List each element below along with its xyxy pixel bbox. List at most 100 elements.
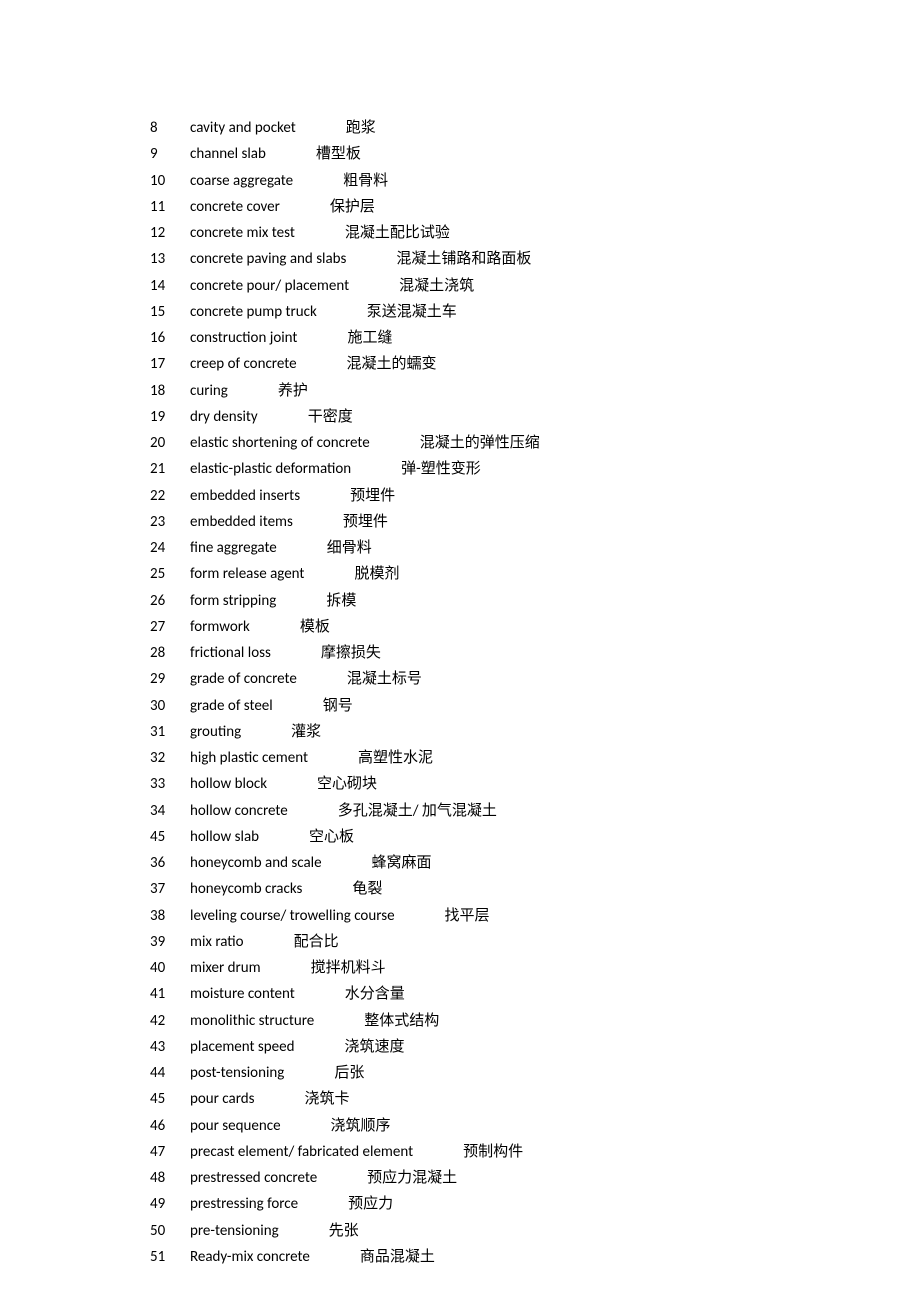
entry-chinese: 保护层 — [330, 194, 375, 220]
entry-chinese: 预应力混凝土 — [367, 1165, 457, 1191]
entry-chinese: 混凝土配比试验 — [345, 220, 450, 246]
entry-english: cavity and pocket — [190, 115, 296, 141]
entry-chinese: 预埋件 — [343, 509, 388, 535]
entry-chinese: 干密度 — [308, 404, 353, 430]
list-item: 46pour sequence 浇筑顺序 — [150, 1113, 920, 1139]
entry-chinese: 龟裂 — [352, 876, 382, 902]
list-item: 31grouting灌浆 — [150, 719, 920, 745]
entry-number: 12 — [150, 220, 190, 246]
entry-chinese: 空心砌块 — [317, 771, 377, 797]
entry-english: precast element/ fabricated element — [190, 1139, 413, 1165]
entry-number: 40 — [150, 955, 190, 981]
entry-number: 19 — [150, 404, 190, 430]
entry-number: 25 — [150, 561, 190, 587]
entry-chinese: 细骨料 — [327, 535, 372, 561]
entry-chinese: 脱模剂 — [354, 561, 399, 587]
entry-chinese: 商品混凝土 — [360, 1244, 435, 1270]
entry-english: frictional loss — [190, 640, 271, 666]
entry-number: 33 — [150, 771, 190, 797]
entry-english: embedded inserts — [190, 483, 300, 509]
entry-number: 42 — [150, 1008, 190, 1034]
entry-number: 46 — [150, 1113, 190, 1139]
entry-english: honeycomb cracks — [190, 876, 302, 902]
list-item: 13concrete paving and slabs混凝土铺路和路面板 — [150, 246, 920, 272]
entry-number: 24 — [150, 535, 190, 561]
entry-english: pour sequence — [190, 1113, 281, 1139]
entry-number: 45 — [150, 824, 190, 850]
entry-english: dry density — [190, 404, 258, 430]
list-item: 30grade of steel钢号 — [150, 693, 920, 719]
entry-english: hollow slab — [190, 824, 259, 850]
list-item: 11concrete cover保护层 — [150, 194, 920, 220]
entry-number: 32 — [150, 745, 190, 771]
list-item: 19dry density 干密度 — [150, 404, 920, 430]
list-item: 10coarse aggregate粗骨料 — [150, 168, 920, 194]
list-item: 22embedded inserts预埋件 — [150, 483, 920, 509]
list-item: 51Ready-mix concrete商品混凝土 — [150, 1244, 920, 1270]
list-item: 43placement speed浇筑速度 — [150, 1034, 920, 1060]
entry-chinese: 配合比 — [294, 929, 339, 955]
list-item: 33hollow block 空心砌块 — [150, 771, 920, 797]
list-item: 16construction joint施工缝 — [150, 325, 920, 351]
list-item: 47precast element/ fabricated element预制构… — [150, 1139, 920, 1165]
entry-english: concrete cover — [190, 194, 280, 220]
entry-chinese: 弹-塑性变形 — [401, 456, 481, 482]
entry-english: moisture content — [190, 981, 295, 1007]
entry-chinese: 灌浆 — [291, 719, 321, 745]
entry-chinese: 浇筑顺序 — [331, 1113, 391, 1139]
entry-chinese: 钢号 — [323, 693, 353, 719]
list-item: 8cavity and pocket跑浆 — [150, 115, 920, 141]
entry-chinese: 预应力 — [348, 1191, 393, 1217]
entry-number: 38 — [150, 903, 190, 929]
entry-number: 14 — [150, 273, 190, 299]
entry-english: pour cards — [190, 1086, 254, 1112]
entry-number: 51 — [150, 1244, 190, 1270]
list-item: 38leveling course/ trowelling course找平层 — [150, 903, 920, 929]
list-item: 27formwork模板 — [150, 614, 920, 640]
list-item: 24fine aggregate细骨料 — [150, 535, 920, 561]
entry-chinese: 混凝土浇筑 — [399, 273, 474, 299]
entry-number: 28 — [150, 640, 190, 666]
entry-english: pre-tensioning — [190, 1218, 279, 1244]
entry-english: concrete mix test — [190, 220, 295, 246]
entry-chinese: 混凝土的弹性压缩 — [420, 430, 540, 456]
entry-number: 20 — [150, 430, 190, 456]
entry-number: 29 — [150, 666, 190, 692]
list-item: 32high plastic cement高塑性水泥 — [150, 745, 920, 771]
entry-chinese: 蜂窝麻面 — [372, 850, 432, 876]
entry-english: grade of concrete — [190, 666, 297, 692]
entry-english: concrete pour/ placement — [190, 273, 349, 299]
entry-english: curing — [190, 378, 228, 404]
entry-chinese: 预制构件 — [463, 1139, 523, 1165]
entry-number: 27 — [150, 614, 190, 640]
entry-english: creep of concrete — [190, 351, 297, 377]
entry-english: mix ratio — [190, 929, 244, 955]
entry-chinese: 后张 — [334, 1060, 364, 1086]
entry-number: 16 — [150, 325, 190, 351]
list-item: 50pre-tensioning先张 — [150, 1218, 920, 1244]
entry-english: monolithic structure — [190, 1008, 314, 1034]
entry-chinese: 拆模 — [326, 588, 356, 614]
entry-chinese: 混凝土标号 — [347, 666, 422, 692]
entry-number: 22 — [150, 483, 190, 509]
entry-english: prestressing force — [190, 1191, 298, 1217]
entry-english: elastic shortening of concrete — [190, 430, 370, 456]
entry-chinese: 养护 — [278, 378, 308, 404]
entry-chinese: 浇筑卡 — [304, 1086, 349, 1112]
list-item: 41moisture content水分含量 — [150, 981, 920, 1007]
entry-english: hollow block — [190, 771, 267, 797]
entry-number: 39 — [150, 929, 190, 955]
entry-number: 48 — [150, 1165, 190, 1191]
list-item: 39mix ratio 配合比 — [150, 929, 920, 955]
list-item: 14concrete pour/ placement 混凝土浇筑 — [150, 273, 920, 299]
entry-english: concrete paving and slabs — [190, 246, 346, 272]
entry-chinese: 模板 — [300, 614, 330, 640]
entry-number: 34 — [150, 798, 190, 824]
entry-number: 9 — [150, 141, 190, 167]
entry-number: 36 — [150, 850, 190, 876]
entry-chinese: 高塑性水泥 — [358, 745, 433, 771]
entry-chinese: 混凝土的蠕变 — [347, 351, 437, 377]
entry-number: 13 — [150, 246, 190, 272]
entry-english: concrete pump truck — [190, 299, 317, 325]
list-item: 23embedded items预埋件 — [150, 509, 920, 535]
